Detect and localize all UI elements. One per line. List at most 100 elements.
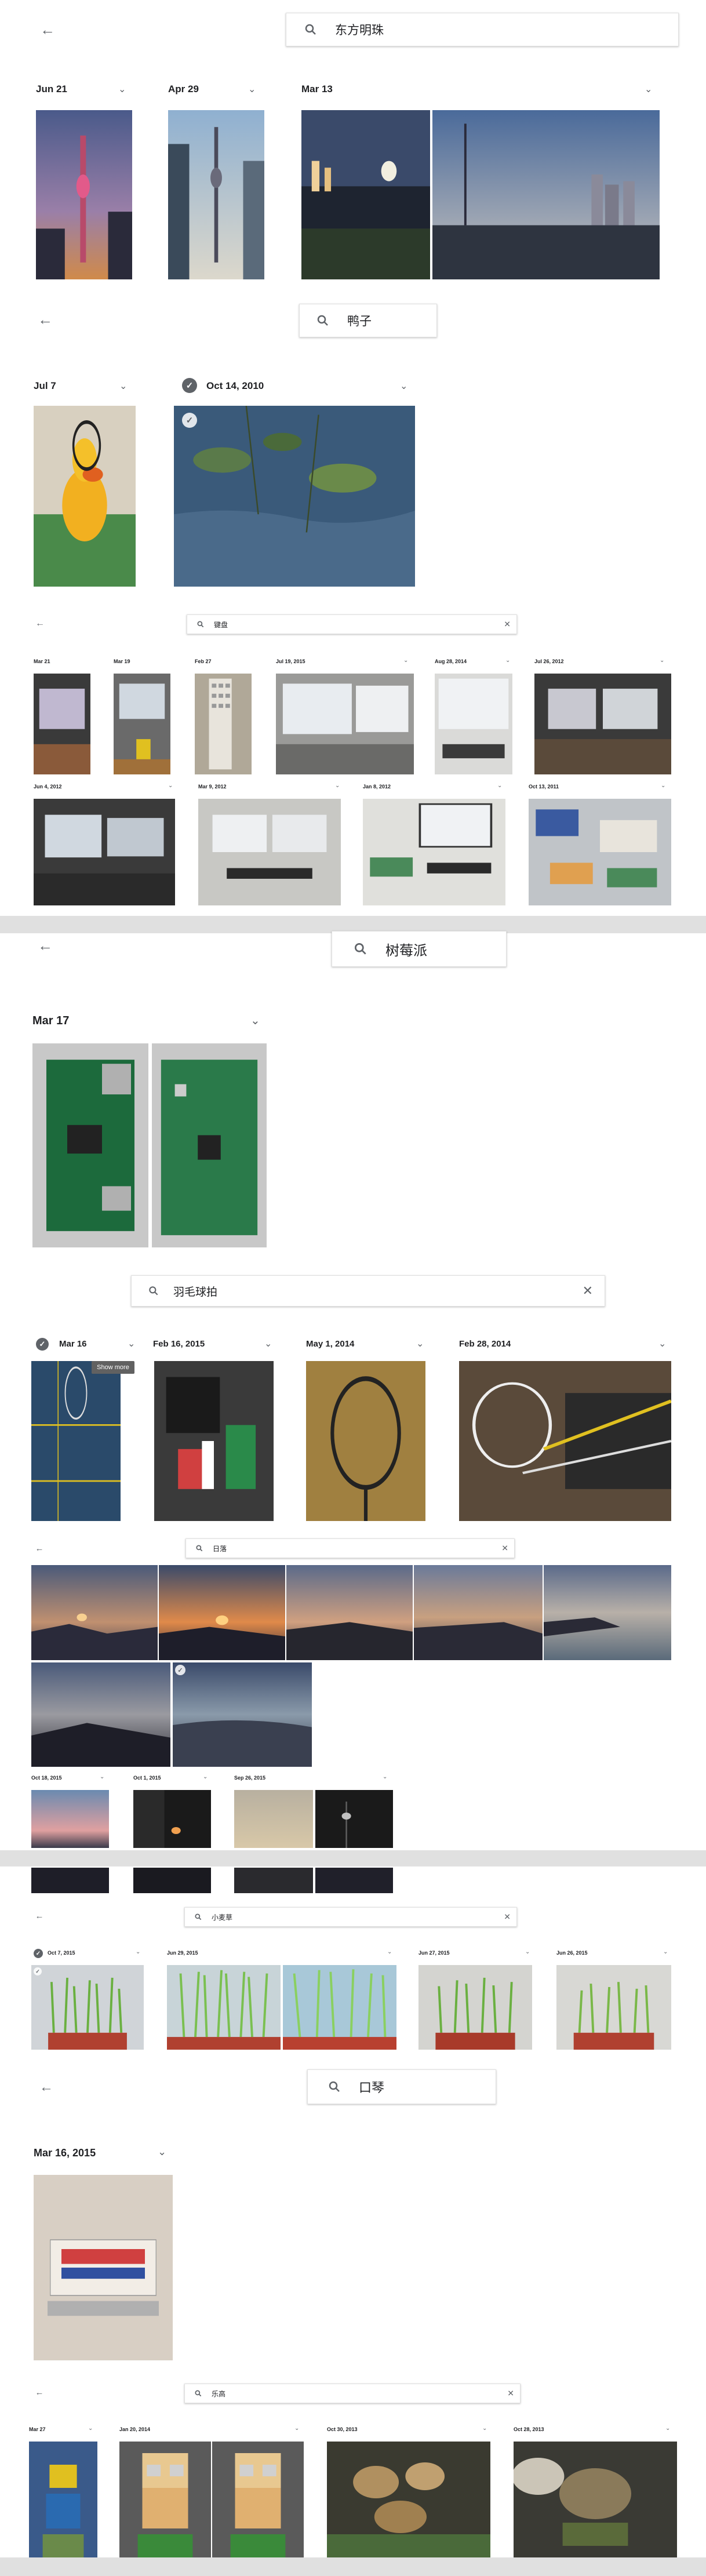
photo-thumbnail[interactable] bbox=[234, 1790, 313, 1848]
photo-thumbnail[interactable] bbox=[198, 799, 341, 905]
chevron-down-icon[interactable]: ⌄ bbox=[250, 1013, 260, 1028]
chevron-down-icon[interactable]: ⌄ bbox=[335, 783, 340, 789]
chevron-down-icon[interactable]: ⌄ bbox=[525, 1949, 530, 1955]
photo-thumbnail[interactable] bbox=[459, 1361, 671, 1521]
photo-thumbnail[interactable] bbox=[152, 1043, 267, 1247]
back-button[interactable]: ← bbox=[36, 21, 59, 38]
chevron-down-icon[interactable]: ⌄ bbox=[416, 1338, 424, 1349]
photo-thumbnail[interactable] bbox=[174, 406, 415, 587]
photo-thumbnail[interactable] bbox=[36, 110, 132, 279]
photo-thumbnail[interactable] bbox=[301, 110, 430, 279]
photo-thumbnail[interactable] bbox=[418, 1965, 532, 2050]
close-icon[interactable]: ✕ bbox=[501, 1544, 508, 1553]
photo-thumbnail[interactable] bbox=[133, 1868, 211, 1893]
back-button[interactable]: ← bbox=[31, 2386, 48, 2399]
chevron-down-icon[interactable]: ⌄ bbox=[118, 83, 126, 95]
close-icon[interactable]: ✕ bbox=[507, 2389, 514, 2399]
chevron-down-icon[interactable]: ⌄ bbox=[660, 657, 664, 664]
search-input[interactable]: 树莓派 bbox=[385, 939, 427, 959]
photo-thumbnail[interactable] bbox=[514, 2442, 677, 2557]
chevron-down-icon[interactable]: ⌄ bbox=[387, 1949, 392, 1955]
photo-thumbnail[interactable] bbox=[556, 1965, 671, 2050]
chevron-down-icon[interactable]: ⌄ bbox=[400, 380, 407, 392]
chevron-down-icon[interactable]: ⌄ bbox=[248, 83, 256, 95]
search-bar[interactable]: 东方明珠 bbox=[286, 13, 679, 46]
check-circle-icon[interactable]: ✓ bbox=[182, 378, 197, 393]
search-bar[interactable]: 口琴 bbox=[307, 2069, 496, 2104]
photo-thumbnail[interactable] bbox=[327, 2442, 490, 2557]
search-input[interactable]: 羽毛球拍 bbox=[173, 1283, 217, 1299]
search-input[interactable]: 日落 bbox=[213, 1544, 227, 1553]
photo-thumbnail[interactable] bbox=[435, 674, 512, 774]
back-button[interactable]: ← bbox=[35, 2079, 58, 2096]
photo-thumbnail[interactable] bbox=[167, 1965, 281, 2050]
photo-thumbnail[interactable] bbox=[363, 799, 505, 905]
check-circle-icon[interactable]: ✓ bbox=[182, 413, 197, 428]
photo-thumbnail[interactable] bbox=[159, 1565, 285, 1660]
photo-thumbnail[interactable] bbox=[34, 674, 90, 774]
back-button[interactable]: ← bbox=[34, 937, 57, 954]
chevron-down-icon[interactable]: ⌄ bbox=[168, 783, 173, 789]
photo-thumbnail[interactable] bbox=[31, 1965, 144, 2050]
search-bar[interactable]: 日落 ✕ bbox=[185, 1538, 515, 1558]
chevron-down-icon[interactable]: ⌄ bbox=[505, 657, 510, 664]
photo-thumbnail[interactable] bbox=[315, 1790, 393, 1848]
chevron-down-icon[interactable]: ⌄ bbox=[663, 1949, 668, 1955]
chevron-down-icon[interactable]: ⌄ bbox=[645, 83, 652, 95]
check-circle-icon[interactable]: ✓ bbox=[175, 1665, 185, 1675]
photo-thumbnail[interactable] bbox=[544, 1565, 671, 1660]
search-bar[interactable]: 羽毛球拍 ✕ bbox=[131, 1275, 605, 1307]
search-bar[interactable]: 键盘 ✕ bbox=[187, 614, 517, 634]
search-input[interactable]: 口琴 bbox=[359, 2077, 384, 2096]
search-input[interactable]: 键盘 bbox=[214, 620, 228, 630]
back-button[interactable]: ← bbox=[34, 311, 57, 328]
check-circle-icon[interactable]: ✓ bbox=[34, 1949, 43, 1958]
photo-thumbnail[interactable] bbox=[534, 674, 671, 774]
photo-thumbnail[interactable] bbox=[212, 2442, 304, 2557]
search-input[interactable]: 东方明珠 bbox=[335, 21, 384, 38]
chevron-down-icon[interactable]: ⌄ bbox=[136, 1949, 140, 1955]
check-circle-icon[interactable]: ✓ bbox=[36, 1338, 49, 1351]
chevron-down-icon[interactable]: ⌄ bbox=[100, 1774, 104, 1780]
search-bar[interactable]: 树莓派 bbox=[332, 931, 507, 967]
chevron-down-icon[interactable]: ⌄ bbox=[264, 1338, 272, 1349]
chevron-down-icon[interactable]: ⌄ bbox=[119, 380, 127, 392]
photo-thumbnail[interactable] bbox=[195, 674, 252, 774]
search-bar[interactable]: 小麦草 ✕ bbox=[184, 1907, 517, 1927]
chevron-down-icon[interactable]: ⌄ bbox=[497, 783, 502, 789]
photo-thumbnail[interactable] bbox=[234, 1868, 313, 1893]
chevron-down-icon[interactable]: ⌄ bbox=[203, 1774, 208, 1780]
search-bar[interactable]: 乐高 ✕ bbox=[184, 2384, 521, 2403]
search-input[interactable]: 小麦草 bbox=[212, 1912, 232, 1922]
chevron-down-icon[interactable]: ⌄ bbox=[294, 2425, 299, 2432]
back-button[interactable]: ← bbox=[31, 1542, 48, 1555]
chevron-down-icon[interactable]: ⌄ bbox=[658, 1338, 666, 1349]
chevron-down-icon[interactable]: ⌄ bbox=[158, 2146, 166, 2158]
chevron-down-icon[interactable]: ⌄ bbox=[665, 2425, 670, 2432]
chevron-down-icon[interactable]: ⌄ bbox=[482, 2425, 487, 2432]
photo-thumbnail[interactable] bbox=[286, 1565, 413, 1660]
photo-thumbnail[interactable] bbox=[306, 1361, 425, 1521]
photo-thumbnail[interactable] bbox=[168, 110, 264, 279]
photo-thumbnail[interactable] bbox=[432, 110, 660, 279]
photo-thumbnail[interactable] bbox=[31, 1868, 109, 1893]
chevron-down-icon[interactable]: ⌄ bbox=[128, 1338, 135, 1349]
photo-thumbnail[interactable] bbox=[114, 674, 170, 774]
photo-thumbnail[interactable] bbox=[119, 2442, 211, 2557]
close-icon[interactable]: ✕ bbox=[504, 620, 511, 630]
photo-thumbnail[interactable] bbox=[276, 674, 414, 774]
search-input[interactable]: 鸭子 bbox=[347, 312, 372, 329]
photo-thumbnail[interactable] bbox=[31, 1662, 170, 1767]
photo-thumbnail[interactable] bbox=[34, 406, 136, 587]
chevron-down-icon[interactable]: ⌄ bbox=[88, 2425, 93, 2432]
check-circle-icon[interactable]: ✓ bbox=[34, 1967, 42, 1975]
search-bar[interactable]: 鸭子 bbox=[299, 304, 437, 337]
close-icon[interactable]: ✕ bbox=[504, 1912, 511, 1922]
photo-thumbnail[interactable] bbox=[283, 1965, 396, 2050]
close-icon[interactable]: ✕ bbox=[583, 1283, 593, 1298]
back-button[interactable]: ← bbox=[31, 1909, 48, 1922]
chevron-down-icon[interactable]: ⌄ bbox=[403, 657, 408, 664]
photo-thumbnail[interactable] bbox=[529, 799, 671, 905]
chevron-down-icon[interactable]: ⌄ bbox=[661, 783, 665, 789]
photo-thumbnail[interactable] bbox=[34, 2175, 173, 2360]
